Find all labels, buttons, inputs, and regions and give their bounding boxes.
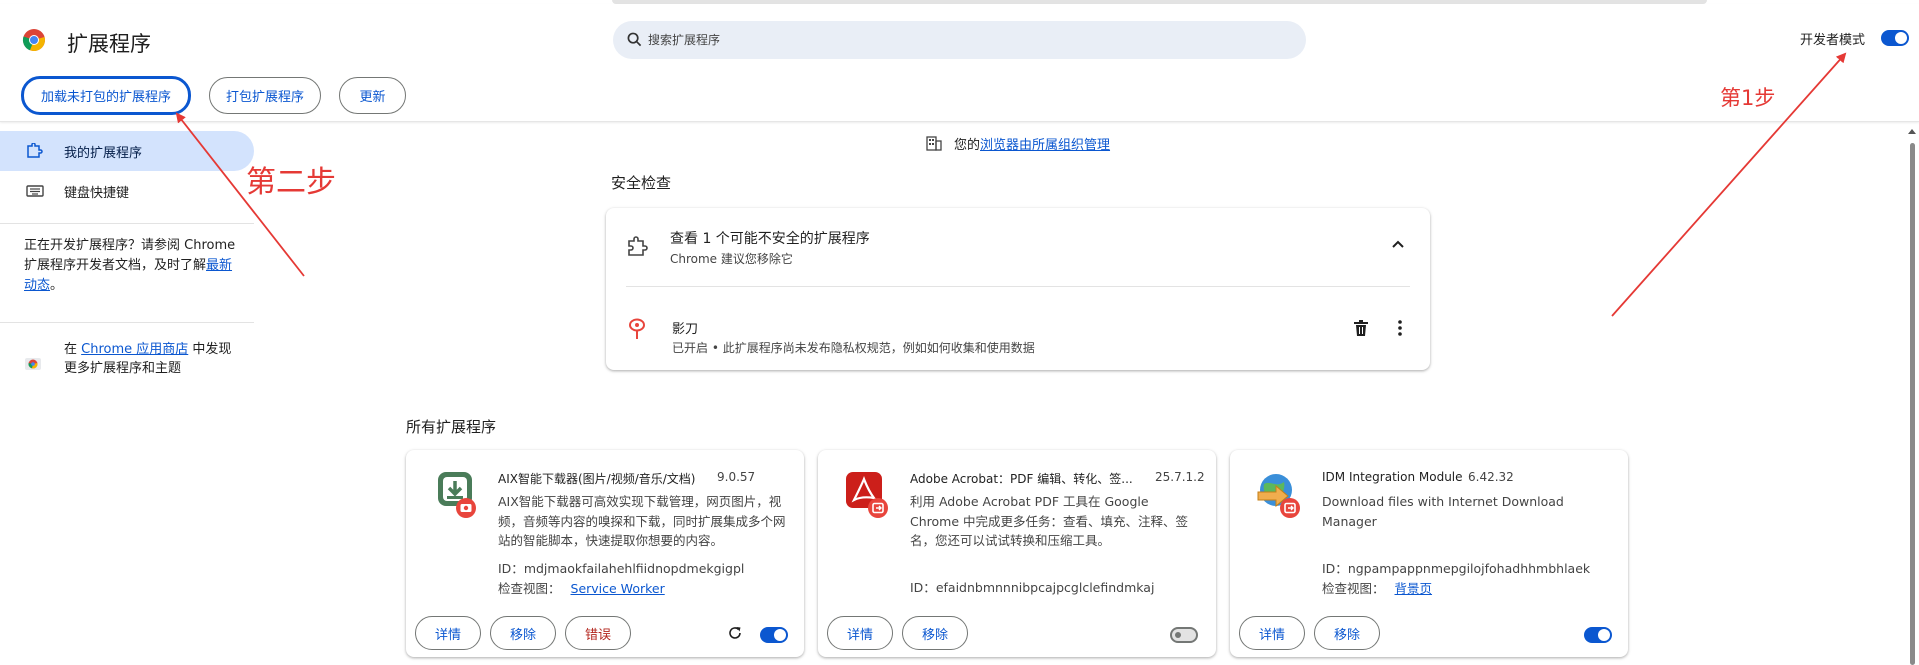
extension-card-adobe: Adobe Acrobat：PDF 编辑、转化、签... 25.7.1.2 利用… [818,450,1216,657]
extension-name: AIX智能下载器(图片/视频/音乐/文档) [498,472,696,486]
id-value: mdjmaokfailahehlfiidnopdmekgigpl [523,561,745,576]
inspect-views: 检查视图： Service Worker [498,578,665,597]
scroll-up-arrow-icon[interactable] [1908,129,1916,134]
card-divider [626,286,1410,287]
safety-check-card: 查看 1 个可能不安全的扩展程序 Chrome 建议您移除它 影刀 已开启 • … [606,208,1430,370]
webstore-link[interactable]: Chrome 应用商店 [81,342,188,357]
managed-link[interactable]: 浏览器由所属组织管理 [980,138,1110,153]
id-value: ngpampappnmepgilojfohadhhmbhlaek [1347,561,1591,576]
unsafe-extension-desc: 已开启 • 此扩展程序尚未发布隐私权规范，例如如何收集和使用数据 [672,341,1035,355]
extension-id: ID：ngpampappnmepgilojfohadhhmbhlaek [1322,558,1590,577]
yingdao-extension-icon [629,318,645,339]
keyboard-icon [26,185,44,197]
reload-icon[interactable] [728,626,742,640]
extension-description: 利用 Adobe Acrobat PDF 工具在 Google Chrome 中… [910,494,1189,548]
sidebar-item-keyboard-shortcuts[interactable]: 键盘快捷键 [0,171,254,211]
webstore-prefix: 在 [64,342,82,357]
managed-browser-notice: 您的浏览器由所属组织管理 [954,134,1110,153]
id-label: ID： [1322,561,1348,576]
adobe-acrobat-icon [846,472,888,518]
inspect-views: 检查视图： 背景页 [1322,578,1432,597]
id-label: ID： [498,561,524,576]
aix-downloader-icon [438,472,476,518]
sidebar-divider [0,322,254,323]
search-icon [627,32,642,47]
details-button[interactable]: 详情 [415,616,481,650]
sidebar-divider [0,223,254,224]
sidebar-item-label: 我的扩展程序 [64,145,143,161]
details-button[interactable]: 详情 [1239,616,1305,650]
extension-description: Download files with Internet Download Ma… [1322,494,1564,529]
webstore-promo-text: 在 Chrome 应用商店 中发现更多扩展程序和主题 [64,340,244,378]
id-value: efaidnbmnnnibpcajpcglclefindmkaj [935,580,1155,595]
building-icon [926,136,942,151]
more-vert-icon[interactable] [1398,320,1402,336]
details-button[interactable]: 详情 [827,616,893,650]
extension-name: IDM Integration Module [1322,470,1463,484]
dev-docs-suffix: 。 [50,278,64,293]
remove-button[interactable]: 移除 [490,616,556,650]
sidebar-item-label: 键盘快捷键 [64,185,130,201]
service-worker-link[interactable]: Service Worker [571,581,665,596]
inspect-label: 检查视图： [498,581,561,596]
extension-enable-toggle[interactable] [1170,627,1198,643]
extension-id: ID：mdjmaokfailahehlfiidnopdmekgigpl [498,558,744,577]
background-page-link[interactable]: 背景页 [1395,581,1433,596]
extension-enable-toggle[interactable] [1584,627,1612,643]
dev-docs-text: 正在开发扩展程序？请参阅 Chrome 扩展程序开发者文档，及时了解最新动态。 [24,236,244,296]
extension-version: 25.7.1.2 [1155,470,1205,484]
sidebar-item-my-extensions[interactable]: 我的扩展程序 [0,131,254,171]
extension-card-idm: IDM Integration Module 6.42.32 Download … [1230,450,1628,657]
unsafe-extension-name: 影刀 [672,322,699,337]
all-extensions-title: 所有扩展程序 [406,418,497,436]
extension-enable-toggle[interactable] [760,627,788,643]
unsafe-extensions-title: 查看 1 个可能不安全的扩展程序 [670,231,870,247]
step1-annotation: 第1步 [1720,86,1776,110]
scrollbar-thumb[interactable] [1910,143,1915,665]
update-button[interactable]: 更新 [339,77,406,114]
chevron-up-icon[interactable] [1392,240,1404,248]
chrome-logo-icon [22,29,45,52]
dev-docs-prefix: 正在开发扩展程序？请参阅 Chrome 扩展程序开发者文档，及时了解 [24,238,236,273]
dev-mode-toggle[interactable] [1881,30,1909,46]
puzzle-icon [27,143,43,158]
errors-button[interactable]: 错误 [565,616,631,650]
extension-description: AIX智能下载器可高效实现下载管理，网页图片，视频，音频等内容的嗅探和下载，同时… [498,494,786,548]
inspect-label: 检查视图： [1322,581,1385,596]
load-unpacked-button[interactable]: 加载未打包的扩展程序 [21,76,191,115]
extension-name: Adobe Acrobat：PDF 编辑、转化、签... [910,472,1133,486]
idm-icon [1257,474,1300,518]
puzzle-icon [628,236,648,256]
page-title: 扩展程序 [67,32,151,56]
step2-annotation: 第二步 [246,165,336,200]
search-input[interactable] [648,21,1288,59]
extension-version: 6.42.32 [1468,470,1514,484]
pack-extension-button[interactable]: 打包扩展程序 [209,77,321,114]
unsafe-extensions-subtitle: Chrome 建议您移除它 [670,252,793,266]
safety-check-title: 安全检查 [611,174,672,192]
remove-button[interactable]: 移除 [1314,616,1380,650]
chrome-webstore-icon [25,358,41,370]
managed-prefix: 您的 [954,138,981,153]
extension-card-aix: AIX智能下载器(图片/视频/音乐/文档) 9.0.57 AIX智能下载器可高效… [406,450,804,657]
extension-version: 9.0.57 [717,470,756,484]
page-header: 扩展程序 开发者模式 加载未打包的扩展程序 打包扩展程序 更新 [0,4,1919,122]
dev-mode-label: 开发者模式 [1800,33,1866,48]
trash-icon[interactable] [1354,320,1368,336]
page-scrollbar[interactable] [1908,125,1917,665]
search-bar[interactable] [613,21,1306,59]
id-label: ID： [910,580,936,595]
remove-button[interactable]: 移除 [902,616,968,650]
extension-id: ID：efaidnbmnnnibpcajpcglclefindmkaj [910,577,1154,596]
